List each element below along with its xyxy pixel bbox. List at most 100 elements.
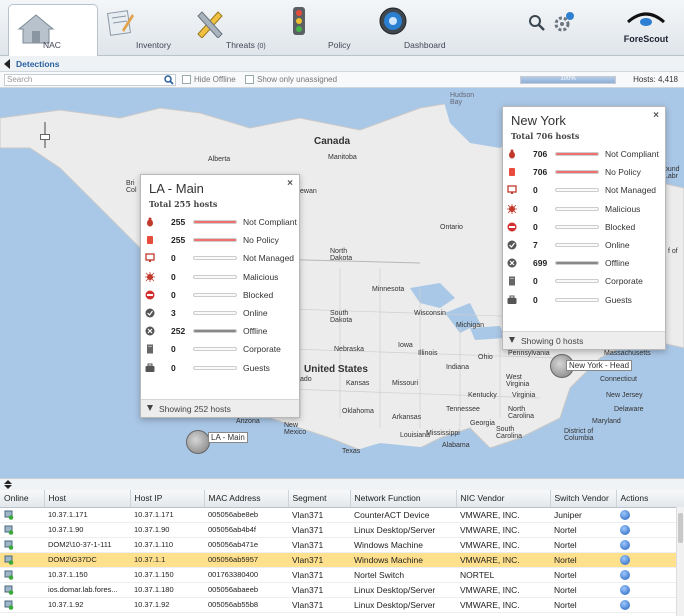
status-count: 0 xyxy=(533,294,538,305)
status-row-offline[interactable]: 699 Offline xyxy=(503,254,665,273)
map-label-manitoba: Manitoba xyxy=(328,154,357,161)
status-label: Online xyxy=(605,240,630,250)
popup-subtitle: Total 706 hosts xyxy=(511,131,580,141)
status-label: Blocked xyxy=(243,289,274,300)
popup-close-button[interactable]: × xyxy=(653,110,659,121)
switch-vendor-cell: Nortel xyxy=(550,567,616,583)
zoom-knob[interactable] xyxy=(40,134,50,140)
tab-policy[interactable]: Policy xyxy=(284,4,364,56)
function-cell: Linux Desktop/Server xyxy=(350,582,456,598)
popup-footer[interactable]: Showing 252 hosts xyxy=(141,399,299,417)
malicious-icon xyxy=(507,203,517,214)
column-header-segment[interactable]: Segment xyxy=(288,490,351,508)
traffic-light-icon xyxy=(293,7,305,35)
popup-close-button[interactable]: × xyxy=(287,178,293,189)
table-row[interactable]: DOM2\G37DC 10.37.1.1 005056ab5957 Vlan371 Wi… xyxy=(0,552,684,568)
column-header-host[interactable]: Host xyxy=(44,490,131,508)
map-label-bound-labr: ound Labr xyxy=(664,166,680,180)
host-ip-cell: 10.37.1.171 xyxy=(130,507,204,523)
vendor-cell: VMWARE, INC. xyxy=(456,537,550,553)
table-row[interactable]: 10.37.1.171 10.37.1.171 005056abe8eb Vlan37… xyxy=(0,507,684,523)
search-icon[interactable] xyxy=(528,14,546,32)
offline-icon xyxy=(145,326,155,336)
site-pin-label-ny[interactable]: New York - Head xyxy=(566,360,633,371)
scroll-thumb[interactable] xyxy=(678,513,683,543)
column-header-switch-vendor[interactable]: Switch Vendor xyxy=(550,490,617,508)
status-label: Guests xyxy=(243,362,270,373)
status-row-guests[interactable]: 0 Guests xyxy=(141,359,299,378)
actions-icon[interactable] xyxy=(620,509,630,520)
online-icon xyxy=(507,240,517,250)
hide-offline-checkbox[interactable] xyxy=(182,75,191,84)
show-unassigned-checkbox[interactable] xyxy=(245,75,254,84)
column-header-network-function[interactable]: Network Function xyxy=(350,490,457,508)
status-bar xyxy=(555,279,599,284)
table-row[interactable]: 10.37.1.90 10.37.1.90 005056ab4b4f Vlan371 L… xyxy=(0,522,684,538)
tab-dashboard[interactable]: Dashboard xyxy=(372,4,472,56)
guests-icon xyxy=(145,363,155,373)
status-row-malicious[interactable]: 0 Malicious xyxy=(141,268,299,287)
column-header-nic-vendor[interactable]: NIC Vendor xyxy=(456,490,551,508)
status-row-not-compliant[interactable]: 255 Not Compliant xyxy=(141,213,299,232)
segment-cell: Vlan371 xyxy=(288,537,350,553)
status-row-not-managed[interactable]: 0 Not Managed xyxy=(141,249,299,268)
table-row[interactable]: DOM2\10-37-1-111 10.37.1.110 005056ab471e V… xyxy=(0,537,684,553)
actions-icon[interactable] xyxy=(620,539,630,550)
status-label: Corporate xyxy=(605,276,643,287)
status-bar xyxy=(555,152,599,156)
status-row-malicious[interactable]: 0 Malicious xyxy=(503,200,665,219)
host-online-icon xyxy=(4,585,14,595)
map-label-north-carolina: North Carolina xyxy=(508,406,535,420)
panel-splitter[interactable] xyxy=(0,478,684,490)
status-row-blocked[interactable]: 0 Blocked xyxy=(503,218,665,237)
expand-down-icon[interactable] xyxy=(4,485,12,489)
zoom-slider[interactable] xyxy=(40,122,50,148)
status-row-blocked[interactable]: 0 Blocked xyxy=(141,286,299,305)
tab-nac[interactable]: NAC xyxy=(8,4,98,56)
expand-up-icon[interactable] xyxy=(4,480,12,484)
column-header-online[interactable]: Online xyxy=(0,490,45,508)
switch-vendor-cell: Nortel xyxy=(550,582,616,598)
gear-icon[interactable] xyxy=(552,10,576,34)
status-row-guests[interactable]: 0 Guests xyxy=(503,291,665,310)
table-row[interactable]: 10.37.1.150 10.37.1.150 001763380400 Vlan37… xyxy=(0,567,684,583)
actions-icon[interactable] xyxy=(620,554,630,565)
column-header-actions[interactable]: Actions xyxy=(616,490,684,508)
actions-icon[interactable] xyxy=(620,524,630,535)
site-pin-label-la[interactable]: LA - Main xyxy=(208,432,248,443)
status-row-not-compliant[interactable]: 706 Not Compliant xyxy=(503,145,665,164)
status-row-corporate[interactable]: 0 Corporate xyxy=(503,272,665,291)
status-row-offline[interactable]: 252 Offline xyxy=(141,322,299,341)
table-scrollbar[interactable] xyxy=(676,507,684,616)
column-header-host-ip[interactable]: Host IP xyxy=(130,490,205,508)
status-label: Malicious xyxy=(243,271,279,282)
site-pin-la[interactable] xyxy=(186,430,210,454)
status-row-no-policy[interactable]: 255 No Policy xyxy=(141,231,299,250)
tab-threats[interactable]: Threats (0) xyxy=(190,4,274,56)
segment-cell: Vlan371 xyxy=(288,567,350,583)
vendor-cell: VMWARE, INC. xyxy=(456,552,550,568)
collapse-left-icon[interactable] xyxy=(4,59,10,69)
host-cell: ios.domar.lab.fores... xyxy=(44,582,130,598)
status-row-online[interactable]: 7 Online xyxy=(503,236,665,255)
table-row[interactable]: ios.domar.lab.fores... 10.37.1.180 005056a… xyxy=(0,582,684,598)
status-row-not-managed[interactable]: 0 Not Managed xyxy=(503,181,665,200)
table-row[interactable]: 10.37.1.92 10.37.1.92 005056ab55b8 Vlan371 L… xyxy=(0,597,684,613)
column-header-mac-address[interactable]: MAC Address xyxy=(204,490,289,508)
status-row-no-policy[interactable]: 706 No Policy xyxy=(503,163,665,182)
actions-icon[interactable] xyxy=(620,599,630,610)
status-row-corporate[interactable]: 0 Corporate xyxy=(141,340,299,359)
host-cell: DOM2\10-37-1-111 xyxy=(44,537,130,553)
search-button-icon[interactable] xyxy=(164,75,174,85)
actions-icon[interactable] xyxy=(620,584,630,595)
map-label-virginia: Virginia xyxy=(512,392,536,399)
status-bar xyxy=(193,274,237,279)
actions-icon[interactable] xyxy=(620,569,630,580)
tab-inventory[interactable]: Inventory xyxy=(102,4,182,56)
status-count: 706 xyxy=(533,149,548,159)
search-input[interactable]: Search xyxy=(4,74,176,86)
status-row-online[interactable]: 3 Online xyxy=(141,304,299,323)
status-bar xyxy=(193,347,237,352)
popup-footer[interactable]: Showing 0 hosts xyxy=(503,331,665,349)
map-view[interactable]: Canada Alberta Manitoba Ontario North Da… xyxy=(0,88,684,478)
